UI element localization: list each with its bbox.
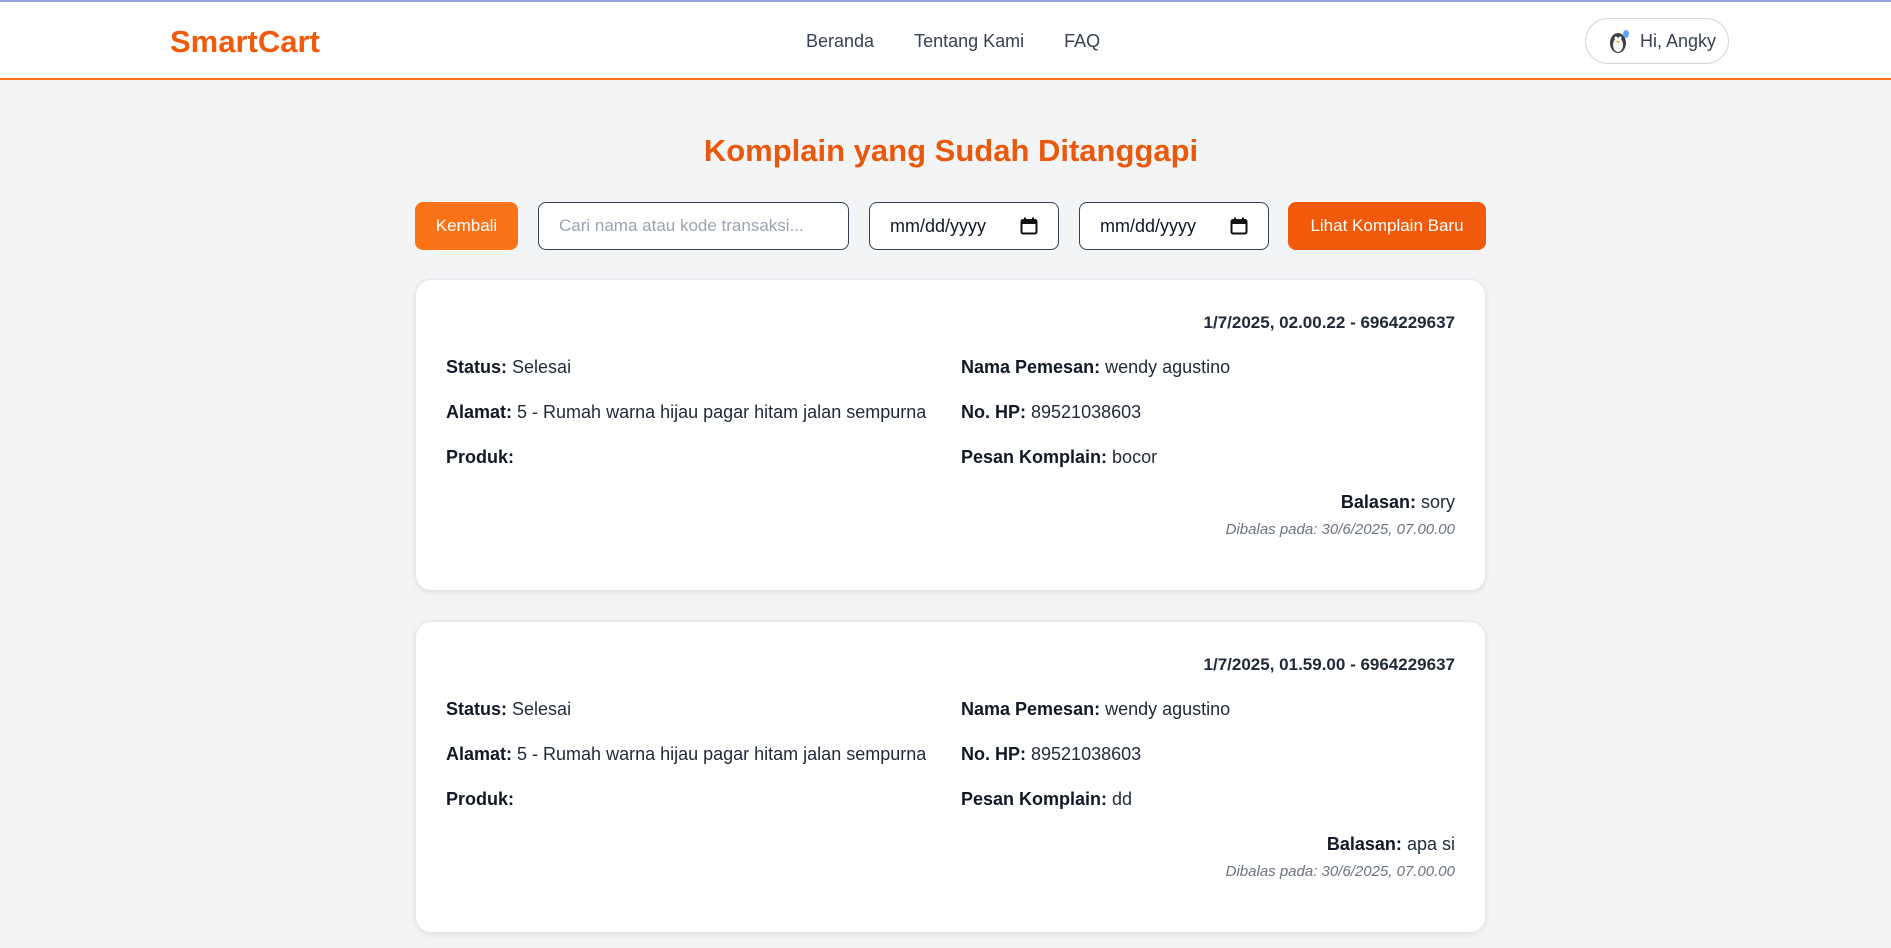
customer-value: wendy agustino <box>1105 357 1231 377</box>
customer-field: Nama Pemesan: wendy agustino <box>961 699 1230 720</box>
complaint-card: 1/7/2025, 02.00.22 - 6964229637 Status: … <box>415 279 1486 591</box>
filter-toolbar: Kembali mm/dd/yyyy mm/dd/yyyy Lihat Komp… <box>0 202 1891 250</box>
message-field: Pesan Komplain: dd <box>961 789 1132 810</box>
address-label: Alamat: <box>446 744 513 764</box>
status-field: Status: Selesai <box>446 699 571 720</box>
reply-field: Balasan: sory <box>1341 492 1455 513</box>
status-label: Status: <box>446 357 508 377</box>
page-title: Komplain yang Sudah Ditanggapi <box>703 133 1199 168</box>
complaint-datetime-code: 1/7/2025, 01.59.00 - 6964229637 <box>1203 655 1455 674</box>
product-label: Produk: <box>446 447 515 467</box>
reply-label: Balasan: <box>1340 492 1416 512</box>
penguin-avatar-icon <box>1606 28 1632 54</box>
message-value: bocor <box>1112 447 1158 467</box>
phone-value: 89521038603 <box>1031 402 1142 422</box>
product-field: Produk: <box>446 789 514 810</box>
main-nav: Beranda Tentang Kami FAQ <box>806 31 1100 52</box>
reply-value: sory <box>1420 492 1455 512</box>
message-value: dd <box>1112 789 1133 809</box>
status-label: Status: <box>446 699 508 719</box>
back-button[interactable]: Kembali <box>415 202 518 250</box>
date-to-input[interactable]: mm/dd/yyyy <box>1079 202 1269 250</box>
phone-field: No. HP: 89521038603 <box>961 744 1141 765</box>
nav-item-beranda[interactable]: Beranda <box>806 31 874 52</box>
brand-logo[interactable]: SmartCart <box>170 24 320 60</box>
nav-item-tentang-kami[interactable]: Tentang Kami <box>914 31 1024 52</box>
calendar-icon[interactable] <box>1230 217 1248 240</box>
customer-value: wendy agustino <box>1105 699 1231 719</box>
complaint-card: 1/7/2025, 01.59.00 - 6964229637 Status: … <box>415 621 1486 933</box>
customer-field: Nama Pemesan: wendy agustino <box>961 357 1230 378</box>
address-value: 5 - Rumah warna hijau pagar hitam jalan … <box>517 744 927 764</box>
view-new-complaints-button[interactable]: Lihat Komplain Baru <box>1288 202 1486 250</box>
reply-field: Balasan: apa si <box>1327 834 1455 855</box>
customer-label: Nama Pemesan: <box>961 357 1101 377</box>
date-to-value: mm/dd/yyyy <box>1100 215 1197 236</box>
reply-value: apa si <box>1406 834 1455 854</box>
calendar-icon[interactable] <box>1020 217 1038 240</box>
complaint-datetime-code: 1/7/2025, 02.00.22 - 6964229637 <box>1203 313 1455 332</box>
phone-value: 89521038603 <box>1031 744 1142 764</box>
address-field: Alamat: 5 - Rumah warna hijau pagar hita… <box>446 402 926 423</box>
message-label: Pesan Komplain: <box>961 789 1108 809</box>
phone-field: No. HP: 89521038603 <box>961 402 1141 423</box>
product-field: Produk: <box>446 447 514 468</box>
address-field: Alamat: 5 - Rumah warna hijau pagar hita… <box>446 744 926 765</box>
status-value: Selesai <box>512 357 572 377</box>
search-input[interactable] <box>538 202 849 250</box>
nav-item-faq[interactable]: FAQ <box>1064 31 1100 52</box>
replied-at-text: Dibalas pada: 30/6/2025, 07.00.00 <box>1225 863 1455 880</box>
replied-at-text: Dibalas pada: 30/6/2025, 07.00.00 <box>1225 521 1455 538</box>
user-menu-button[interactable]: Hi, Angky <box>1585 18 1729 64</box>
address-label: Alamat: <box>446 402 513 422</box>
date-from-input[interactable]: mm/dd/yyyy <box>869 202 1059 250</box>
customer-label: Nama Pemesan: <box>961 699 1101 719</box>
message-label: Pesan Komplain: <box>961 447 1108 467</box>
product-label: Produk: <box>446 789 515 809</box>
user-greeting: Hi, Angky <box>1640 30 1717 51</box>
reply-label: Balasan: <box>1326 834 1402 854</box>
date-from-value: mm/dd/yyyy <box>890 215 987 236</box>
phone-label: No. HP: <box>961 402 1026 422</box>
status-field: Status: Selesai <box>446 357 571 378</box>
message-field: Pesan Komplain: bocor <box>961 447 1157 468</box>
status-value: Selesai <box>512 699 572 719</box>
phone-label: No. HP: <box>961 744 1026 764</box>
navbar: SmartCart Beranda Tentang Kami FAQ Hi, A… <box>0 2 1891 80</box>
address-value: 5 - Rumah warna hijau pagar hitam jalan … <box>517 402 927 422</box>
